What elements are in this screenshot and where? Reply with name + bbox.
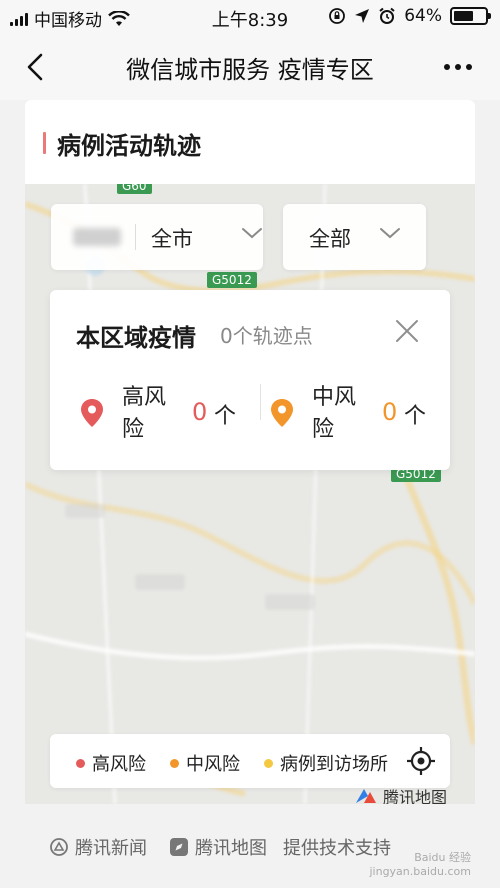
track-point-count: 0个轨迹点 <box>220 324 313 348</box>
map-pin-orange-icon <box>271 399 293 427</box>
footer-tencent-news[interactable]: 腾讯新闻 <box>49 834 147 860</box>
road-label-g5012-north: G5012 <box>207 272 257 288</box>
footer-label: 腾讯新闻 <box>75 838 147 859</box>
dropdown-divider <box>135 224 136 250</box>
legend-case-visits: 病例到访场所 <box>264 750 388 776</box>
high-risk-count: 0 <box>192 398 208 426</box>
legend-dot-orange <box>170 758 179 768</box>
section-title: 病例活动轨迹 <box>57 132 201 160</box>
high-risk-label: 高风险 <box>122 385 167 442</box>
mid-risk-count: 0 <box>382 398 398 426</box>
mid-risk-label: 中风险 <box>312 385 357 442</box>
legend-label: 中风险 <box>186 754 240 775</box>
battery-percent: 64% <box>404 6 442 26</box>
battery-icon <box>450 7 491 25</box>
rotation-lock-icon <box>329 8 346 24</box>
legend-dot-yellow <box>264 758 273 768</box>
battery-fill <box>454 11 474 21</box>
status-right: 64% <box>328 6 491 26</box>
mid-risk-stat: 中风险 0 个 <box>268 378 448 448</box>
location-arrow-icon <box>355 9 370 23</box>
high-risk-unit: 个 <box>214 404 237 429</box>
close-icon[interactable] <box>394 318 420 344</box>
alarm-icon <box>379 7 395 24</box>
tencent-map-logo-icon <box>356 789 376 803</box>
region-title: 本区域疫情 <box>76 324 196 352</box>
legend-mid-risk: 中风险 <box>170 750 240 776</box>
blurred-district-label <box>73 228 121 246</box>
footer-label: 腾讯地图 <box>195 838 267 859</box>
category-filter-value: 全部 <box>309 227 351 251</box>
region-epidemic-panel: 本区域疫情 0个轨迹点 高风险 0 个 中风险 0 个 <box>50 290 450 470</box>
chevron-down-icon <box>380 228 400 239</box>
map-pin-red-icon <box>81 399 103 427</box>
watermark: Baidu 经验 jingyan.baidu.com <box>369 849 471 878</box>
tencent-news-icon <box>50 838 68 856</box>
risk-divider <box>260 384 261 420</box>
road-label-g60: G60 <box>117 184 152 194</box>
city-filter-dropdown[interactable]: 全市 <box>51 204 263 270</box>
watermark-line2: jingyan.baidu.com <box>369 865 471 878</box>
mid-risk-unit: 个 <box>404 404 427 429</box>
footer: 腾讯新闻 腾讯地图 提供技术支持 Baidu 经验 jingyan.baidu.… <box>25 804 475 884</box>
legend-dot-red <box>76 758 85 768</box>
legend-label: 高风险 <box>92 754 146 775</box>
map-view[interactable]: G60 G5012 G5012 <box>25 184 475 804</box>
crosshair-icon[interactable] <box>406 746 436 776</box>
legend-high-risk: 高风险 <box>76 750 146 776</box>
status-bar: 中国移动 上午8:39 64% <box>0 0 500 34</box>
accent-bar <box>43 132 46 154</box>
page-title: 微信城市服务 疫情专区 <box>126 56 374 84</box>
section-header: 病例活动轨迹 <box>25 100 475 184</box>
category-filter-dropdown[interactable]: 全部 <box>283 204 426 270</box>
legend-label: 病例到访场所 <box>280 754 388 775</box>
chevron-down-icon <box>242 228 262 239</box>
city-filter-value: 全市 <box>151 227 193 251</box>
content-card: 病例活动轨迹 G60 G5012 G5012 全市 全部 本区域疫情 0个轨迹点… <box>25 100 475 884</box>
high-risk-stat: 高风险 0 个 <box>78 378 258 448</box>
map-legend: 高风险 中风险 病例到访场所 <box>50 734 450 788</box>
more-options-icon[interactable] <box>444 64 472 70</box>
footer-tencent-map[interactable]: 腾讯地图 <box>169 834 267 860</box>
nav-bar: 微信城市服务 疫情专区 <box>0 34 500 100</box>
compass-icon <box>170 838 188 856</box>
watermark-line1: Baidu 经验 <box>414 851 471 864</box>
